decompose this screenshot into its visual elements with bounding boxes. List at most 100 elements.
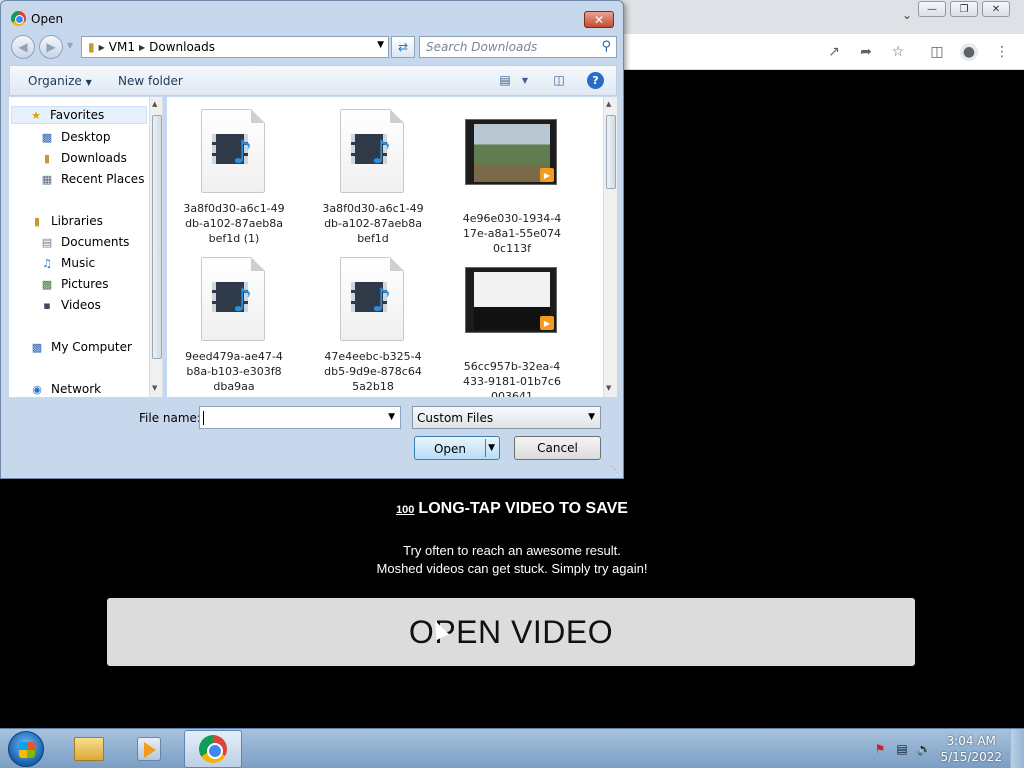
file-list-scrollbar[interactable]: ▲ ▼: [603, 97, 617, 397]
help-icon[interactable]: ?: [587, 72, 604, 89]
nav-item-documents[interactable]: ▤ Documents: [39, 233, 130, 251]
volume-icon[interactable]: 🔈: [916, 741, 932, 757]
organize-button[interactable]: Organize ▼: [28, 74, 92, 88]
media-file-icon: ♪: [340, 109, 404, 193]
nav-item-network[interactable]: ◉ Network: [29, 380, 101, 397]
start-button[interactable]: [8, 731, 44, 767]
system-clock[interactable]: 3:04 AM 5/15/2022: [940, 733, 1002, 765]
navigation-pane: ★ Favorites ▩ Desktop ▮ Downloads ▦ Recent P…: [9, 97, 163, 397]
nav-item-recent-places[interactable]: ▦ Recent Places: [39, 170, 145, 188]
file-type-select[interactable]: Custom Files ▼: [412, 406, 601, 429]
music-icon: ♫: [42, 256, 52, 270]
taskbar-explorer[interactable]: [60, 730, 118, 768]
media-player-icon: [137, 737, 161, 761]
navigation-row: ◀ ▶ ▼ ▮ ▶ VM1 ▶ Downloads ▼ ⇄ Search Dow…: [9, 35, 617, 59]
video-thumbnail-icon: ▶: [465, 119, 557, 185]
chrome-logo-icon: [11, 11, 26, 26]
media-file-icon: ♪: [201, 109, 265, 193]
resize-grip-icon[interactable]: ⋱: [611, 465, 619, 474]
documents-icon: ▤: [41, 235, 53, 249]
restore-button[interactable]: ❐: [950, 1, 978, 17]
scroll-up-arrow-icon[interactable]: ▲: [606, 100, 611, 108]
share-icon[interactable]: ➦: [857, 43, 875, 61]
nav-item-favorites[interactable]: ★ Favorites: [11, 106, 147, 124]
file-type-dropdown-icon: ▼: [588, 412, 595, 422]
bookmark-star-icon[interactable]: ☆: [889, 43, 907, 61]
nav-item-downloads[interactable]: ▮ Downloads: [39, 149, 127, 167]
file-name-dropdown-icon[interactable]: ▼: [388, 412, 395, 422]
taskbar-chrome[interactable]: [184, 730, 242, 768]
organize-dropdown-icon: ▼: [85, 78, 92, 87]
open-video-button[interactable]: OPEN VIDEO: [107, 598, 915, 666]
breadcrumb-downloads[interactable]: Downloads: [149, 40, 215, 54]
window-close-button[interactable]: ✕: [982, 1, 1010, 17]
scroll-down-arrow-icon[interactable]: ▼: [606, 384, 611, 392]
scroll-thumb[interactable]: [606, 115, 616, 189]
file-item[interactable]: ♪ 3a8f0d30-a6c1-49 db-a102-87aeb8a bef1d…: [179, 109, 289, 246]
nav-item-libraries[interactable]: ▮ Libraries: [29, 212, 103, 230]
chrome-icon: [199, 735, 227, 763]
hundred-emoji-icon: 100: [396, 504, 415, 516]
cancel-button[interactable]: Cancel: [514, 436, 601, 460]
system-tray: ⚑ ▤ 🔈 3:04 AM 5/15/2022: [864, 729, 1024, 768]
file-list: ♪ 3a8f0d30-a6c1-49 db-a102-87aeb8a bef1d…: [167, 97, 617, 397]
nav-item-pictures[interactable]: ▩ Pictures: [39, 275, 109, 293]
dialog-title: Open: [31, 12, 64, 26]
open-dropdown-icon[interactable]: ▼: [488, 443, 495, 453]
tip-line-2: Moshed videos can get stuck. Simply try …: [376, 561, 648, 576]
search-input[interactable]: Search Downloads ⚲: [419, 36, 617, 58]
view-dropdown-icon[interactable]: ▼: [516, 72, 534, 88]
save-instruction-heading: 100 LONG-TAP VIDEO TO SAVE: [396, 500, 628, 517]
recent-locations-chevron-icon[interactable]: ▼: [67, 41, 73, 50]
taskbar-media-player[interactable]: [120, 730, 178, 768]
open-file-dialog: Open ✕ ◀ ▶ ▼ ▮ ▶ VM1 ▶ Downloads ▼ ⇄ Sea…: [0, 0, 624, 479]
side-panel-icon[interactable]: ◫: [928, 43, 946, 61]
nav-item-videos[interactable]: ▪ Videos: [39, 296, 101, 314]
scroll-down-arrow-icon[interactable]: ▼: [152, 384, 157, 392]
nav-item-desktop[interactable]: ▩ Desktop: [39, 128, 111, 146]
refresh-button[interactable]: ⇄: [391, 36, 415, 58]
preview-pane-icon[interactable]: ◫: [550, 72, 568, 88]
file-explorer-icon: [74, 737, 104, 761]
search-icon[interactable]: ⚲: [601, 39, 611, 54]
pictures-icon: ▩: [41, 277, 53, 291]
forward-button[interactable]: ▶: [39, 35, 63, 59]
breadcrumb-separator-icon[interactable]: ▶: [99, 43, 105, 52]
new-folder-button[interactable]: New folder: [118, 74, 183, 88]
file-item[interactable]: ▶ 4e96e030-1934-4 17e-a8a1-55e074 0c113f: [457, 109, 567, 256]
nav-pane-scrollbar[interactable]: ▲ ▼: [149, 97, 162, 397]
back-button[interactable]: ◀: [11, 35, 35, 59]
action-center-flag-icon[interactable]: ⚑: [872, 741, 888, 757]
desktop-icon: ▩: [41, 130, 53, 144]
show-desktop-button[interactable]: [1010, 729, 1024, 768]
computer-icon: ▩: [31, 340, 43, 354]
scroll-up-arrow-icon[interactable]: ▲: [152, 100, 157, 108]
video-thumbnail-icon: ▶: [465, 267, 557, 333]
breadcrumb-vm1[interactable]: VM1: [109, 40, 135, 54]
kebab-menu-icon[interactable]: ⋮: [993, 43, 1011, 61]
recent-places-icon: ▦: [41, 172, 53, 186]
file-name-input[interactable]: ▼: [199, 406, 401, 429]
dialog-close-button[interactable]: ✕: [584, 11, 614, 28]
window-controls: — ❐ ✕: [918, 1, 1010, 17]
open-in-new-icon[interactable]: ↗: [825, 43, 843, 61]
tab-search-chevron-icon[interactable]: ⌄: [902, 8, 912, 22]
star-icon: ★: [31, 108, 41, 122]
file-item[interactable]: ▶ 56cc957b-32ea-4 433-9181-01b7c6 003641: [457, 257, 567, 397]
file-item[interactable]: ♪ 47e4eebc-b325-4 db5-9d9e-878c64 5a2b18: [318, 257, 428, 394]
nav-item-my-computer[interactable]: ▩ My Computer: [29, 338, 132, 356]
command-bar: Organize ▼ New folder ▤ ▼ ◫ ?: [9, 65, 617, 96]
file-item[interactable]: ♪ 3a8f0d30-a6c1-49 db-a102-87aeb8a bef1d: [318, 109, 428, 246]
libraries-icon: ▮: [33, 214, 41, 228]
address-dropdown-icon[interactable]: ▼: [377, 40, 384, 50]
file-item[interactable]: ♪ 9eed479a-ae47-4 b8a-b103-e303f8 dba9aa: [179, 257, 289, 394]
change-view-icon[interactable]: ▤: [496, 72, 514, 88]
breadcrumb-separator-icon[interactable]: ▶: [139, 43, 145, 52]
minimize-button[interactable]: —: [918, 1, 946, 17]
network-status-icon[interactable]: ▤: [894, 741, 910, 757]
scroll-thumb[interactable]: [152, 115, 162, 359]
nav-item-music[interactable]: ♫ Music: [39, 254, 95, 272]
profile-avatar-icon[interactable]: ●: [960, 43, 978, 61]
open-button[interactable]: Open ▼: [414, 436, 500, 460]
address-bar[interactable]: ▮ ▶ VM1 ▶ Downloads ▼: [81, 36, 389, 58]
